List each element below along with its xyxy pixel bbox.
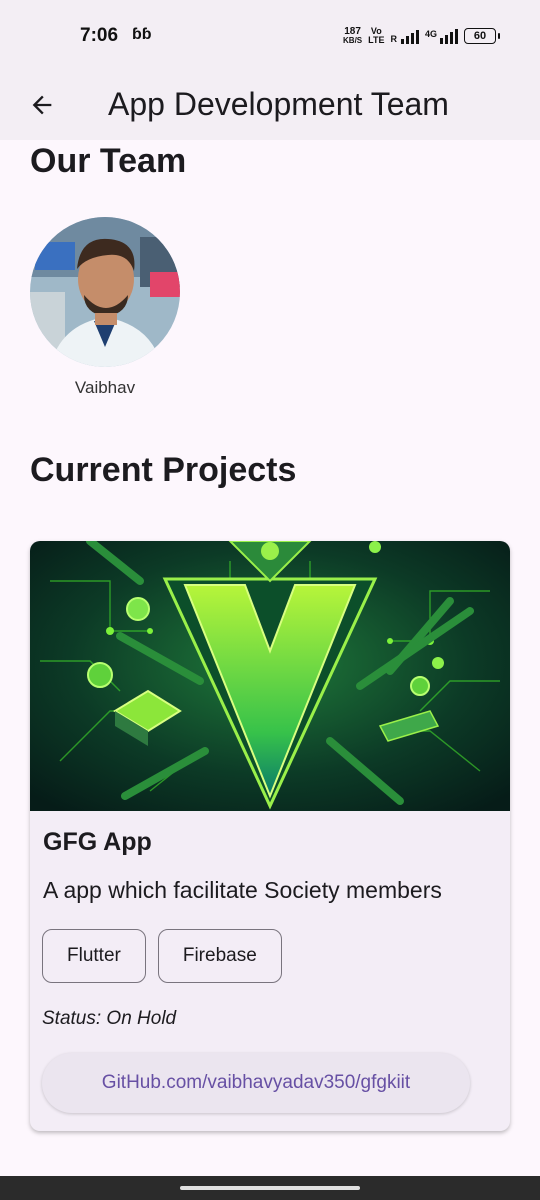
net-speed: 187 KB/S: [343, 26, 363, 46]
battery-icon: 60: [464, 28, 500, 44]
project-image: [30, 541, 510, 811]
sim2-label: 4G: [424, 29, 437, 39]
tag-chip-firebase[interactable]: Firebase: [157, 929, 282, 983]
app-bar: App Development Team: [0, 70, 540, 140]
avatar: [30, 217, 180, 367]
net-speed-unit: KB/S: [343, 36, 363, 45]
net-speed-value: 187: [344, 26, 361, 37]
status-icons: 187 KB/S Vo LTE R 4G 60: [343, 24, 500, 48]
member-name: Vaibhav: [74, 378, 136, 397]
team-heading: Our Team: [30, 142, 187, 180]
team-member-card[interactable]: Vaibhav: [30, 217, 180, 398]
github-link-button[interactable]: GitHub.com/vaibhavyadav350/gfgkiit: [42, 1053, 470, 1113]
volte-line2: LTE: [368, 35, 385, 45]
project-tags: Flutter Firebase: [42, 929, 282, 983]
tag-chip-flutter[interactable]: Flutter: [42, 929, 146, 983]
sim1-label: R: [390, 34, 397, 44]
battery-level: 60: [473, 30, 487, 42]
project-status: Status: On Hold: [42, 1008, 177, 1029]
signal-sim1-icon: R: [390, 28, 419, 44]
avatar-photo: [30, 217, 180, 367]
volte-icon: Vo LTE: [368, 27, 384, 45]
system-nav-bar: [0, 1176, 540, 1200]
project-card: GFG App A app which facilitate Society m…: [30, 541, 510, 1131]
arrow-back-icon: [32, 95, 52, 115]
projects-heading: Current Projects: [30, 451, 297, 489]
project-title: GFG App: [43, 828, 152, 856]
page-title: App Development Team: [108, 86, 449, 122]
status-bar: 7:06 ɓɓ 187 KB/S Vo LTE R 4G 60: [0, 0, 540, 70]
status-time: 7:06: [80, 25, 119, 46]
project-description: A app which facilitate Society members: [43, 877, 442, 903]
signal-sim2-icon: 4G: [425, 28, 458, 44]
home-gesture-handle[interactable]: [180, 1186, 360, 1190]
back-button[interactable]: [22, 80, 62, 130]
b-icon: ɓɓ: [132, 26, 152, 43]
